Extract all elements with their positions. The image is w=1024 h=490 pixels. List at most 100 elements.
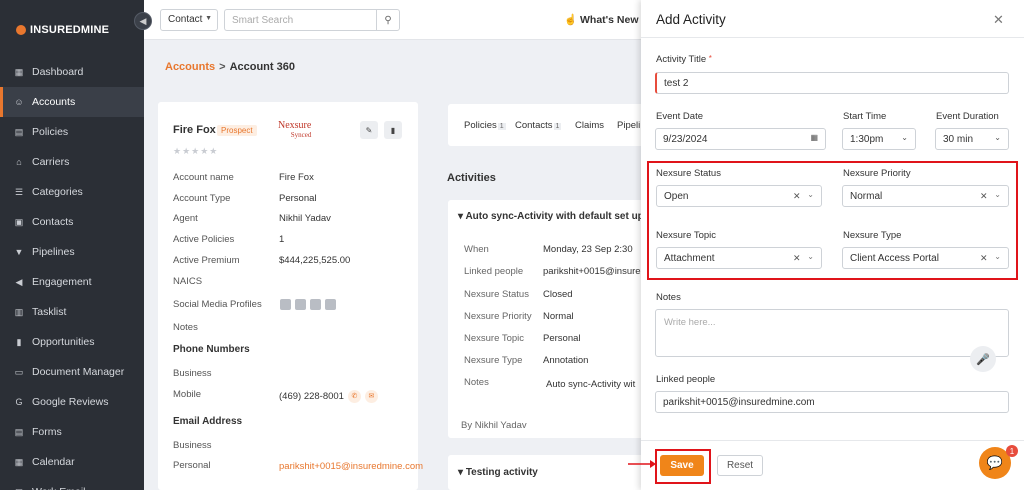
sidebar-item-accounts[interactable]: ☺ Accounts	[0, 87, 144, 117]
activity-card-title[interactable]: ▾ Auto sync-Activity with default set up	[458, 211, 644, 222]
nexsure-status-select[interactable]: Open ✕ ⌄	[656, 185, 822, 207]
edit-account-button[interactable]: ✎	[360, 121, 378, 139]
tab-policies[interactable]: Policies 1	[464, 120, 506, 131]
folder-icon: ▭	[14, 366, 24, 377]
event-date-input[interactable]: 9/23/2024 ▦	[655, 128, 826, 150]
brand-logo[interactable]: INSUREDMINE	[16, 24, 109, 36]
sidebar-item-label: Calendar	[32, 456, 75, 468]
hand-icon: ☝	[564, 14, 578, 26]
nexsure-type-select[interactable]: Client Access Portal ✕ ⌄	[842, 247, 1009, 269]
reset-button[interactable]: Reset	[717, 455, 763, 476]
sidebar-item-google-reviews[interactable]: G Google Reviews	[0, 387, 144, 417]
sidebar-item-carriers[interactable]: ⌂ Carriers	[0, 147, 144, 177]
users-icon: ☺	[14, 97, 24, 107]
linked-people-input[interactable]: parikshit+0015@insuredmine.com	[655, 391, 1009, 413]
activities-heading: Activities	[447, 172, 496, 184]
bar-chart-icon: ▮	[16, 336, 22, 347]
required-marker: *	[708, 54, 712, 63]
account-name-value: Fire Fox	[279, 172, 314, 183]
nexsure-status-value: Open	[664, 191, 689, 202]
sidebar-item-label: Forms	[32, 426, 62, 438]
active-premium-value: $444,225,525.00	[279, 255, 351, 266]
sidebar-item-document-manager[interactable]: ▭ Document Manager	[0, 357, 144, 387]
activity-title-input[interactable]: test 2	[655, 72, 1009, 94]
event-duration-label: Event Duration	[936, 111, 999, 122]
clear-icon[interactable]: ✕	[793, 191, 801, 202]
sms-icon[interactable]: ✉	[364, 390, 378, 403]
smart-search-input[interactable]: Smart Search	[224, 9, 376, 31]
twitter-icon[interactable]	[310, 299, 321, 310]
tab-claims[interactable]: Claims	[575, 120, 604, 131]
brand-name: INSUREDMINE	[30, 24, 110, 36]
activity-title-label-text: Activity Title	[656, 54, 707, 65]
sidebar-item-label: Opportunities	[32, 336, 95, 348]
activity-card: ▾ Auto sync-Activity with default set up…	[448, 200, 648, 438]
microphone-icon[interactable]: 🎤	[970, 346, 996, 372]
sidebar-item-calendar[interactable]: ▦ Calendar	[0, 447, 144, 477]
linkedin-icon[interactable]	[280, 299, 291, 310]
clear-icon[interactable]: ✕	[980, 253, 988, 264]
tab-contacts[interactable]: Contacts 1	[515, 120, 562, 131]
phone-mobile-label: Mobile	[173, 389, 201, 400]
activity-topic-value: Personal	[543, 333, 581, 344]
chevron-down-icon: ⌄	[994, 190, 1001, 199]
activity-linked-value: parikshit+0015@insure	[543, 266, 641, 277]
panel-footer-divider	[641, 440, 1024, 441]
account-type-label: Account Type	[173, 193, 231, 204]
nexsure-topic-label: Nexsure Topic	[656, 230, 717, 241]
sidebar-item-forms[interactable]: ▤ Forms	[0, 417, 144, 447]
search-button[interactable]: ⚲	[376, 9, 400, 31]
activity-notes-value: Auto sync-Activity wit	[546, 379, 636, 390]
sidebar-item-engagement[interactable]: ◀ Engagement	[0, 267, 144, 297]
delete-account-button[interactable]: ▮	[384, 121, 402, 139]
nexsure-logo-text: Nexsure	[278, 120, 312, 131]
activity-status-value: Closed	[543, 289, 573, 300]
facebook-icon[interactable]	[295, 299, 306, 310]
calendar-icon[interactable]: ▦	[810, 133, 818, 142]
document-icon: ▤	[14, 126, 24, 137]
search-scope-select[interactable]: Contact ▼	[160, 9, 218, 31]
phone-call-icon[interactable]: ✆	[347, 390, 361, 403]
start-time-select[interactable]: 1:30pm ⌄	[842, 128, 916, 150]
chat-notification-badge: 1	[1006, 445, 1018, 457]
clear-icon[interactable]: ✕	[980, 191, 988, 202]
chevron-down-icon: ⌄	[901, 133, 908, 142]
breadcrumb-accounts-link[interactable]: Accounts	[165, 61, 215, 73]
sidebar-item-label: Pipelines	[32, 246, 75, 258]
sidebar-item-tasklist[interactable]: ▥ Tasklist	[0, 297, 144, 327]
tab-policies-count: 1	[497, 123, 506, 130]
sidebar-item-contacts[interactable]: ▣ Contacts	[0, 207, 144, 237]
collapse-sidebar-button[interactable]: ◀	[134, 12, 152, 30]
notes-textarea[interactable]: Write here...	[655, 309, 1009, 357]
nexsure-topic-select[interactable]: Attachment ✕ ⌄	[656, 247, 822, 269]
save-button[interactable]: Save	[660, 455, 704, 476]
sidebar-item-categories[interactable]: ☰ Categories	[0, 177, 144, 207]
event-date-label: Event Date	[656, 111, 703, 122]
close-icon[interactable]: ✕	[993, 12, 1004, 28]
activity-linked-label: Linked people	[464, 266, 524, 277]
whats-new-link[interactable]: ☝ What's New	[564, 13, 639, 26]
add-activity-panel: Add Activity ✕ Activity Title * test 2 E…	[641, 0, 1024, 490]
event-duration-select[interactable]: 30 min ⌄	[935, 128, 1009, 150]
chevron-down-icon: ⌄	[807, 252, 814, 261]
chevron-down-icon: ⌄	[994, 252, 1001, 261]
activity-type-value: Annotation	[543, 355, 589, 366]
tab-pipelines[interactable]: Pipeli	[617, 120, 640, 131]
activity-card-2-title[interactable]: ▾ Testing activity	[458, 467, 538, 478]
sidebar-item-pipelines[interactable]: ▼ Pipelines	[0, 237, 144, 267]
tab-contacts-label: Contacts	[515, 120, 553, 131]
sidebar-item-dashboard[interactable]: ▦ Dashboard	[0, 57, 144, 87]
clear-icon[interactable]: ✕	[793, 253, 801, 264]
nexsure-priority-select[interactable]: Normal ✕ ⌄	[842, 185, 1009, 207]
email-personal-value[interactable]: parikshit+0015@insuredmine.com	[279, 460, 423, 473]
rating-stars[interactable]: ★★★★★	[173, 146, 218, 157]
sidebar-item-label: Policies	[32, 126, 69, 138]
sidebar-item-work-email[interactable]: ✉Work Email	[0, 477, 144, 490]
globe-icon[interactable]	[325, 299, 336, 310]
sidebar-item-opportunities[interactable]: ▮ Opportunities	[0, 327, 144, 357]
form-icon: ▤	[14, 426, 24, 437]
funnel-icon: ▼	[14, 247, 24, 257]
breadcrumb: Accounts > Account 360	[165, 61, 295, 73]
notes-label: Notes	[656, 292, 681, 303]
sidebar-item-policies[interactable]: ▤ Policies	[0, 117, 144, 147]
